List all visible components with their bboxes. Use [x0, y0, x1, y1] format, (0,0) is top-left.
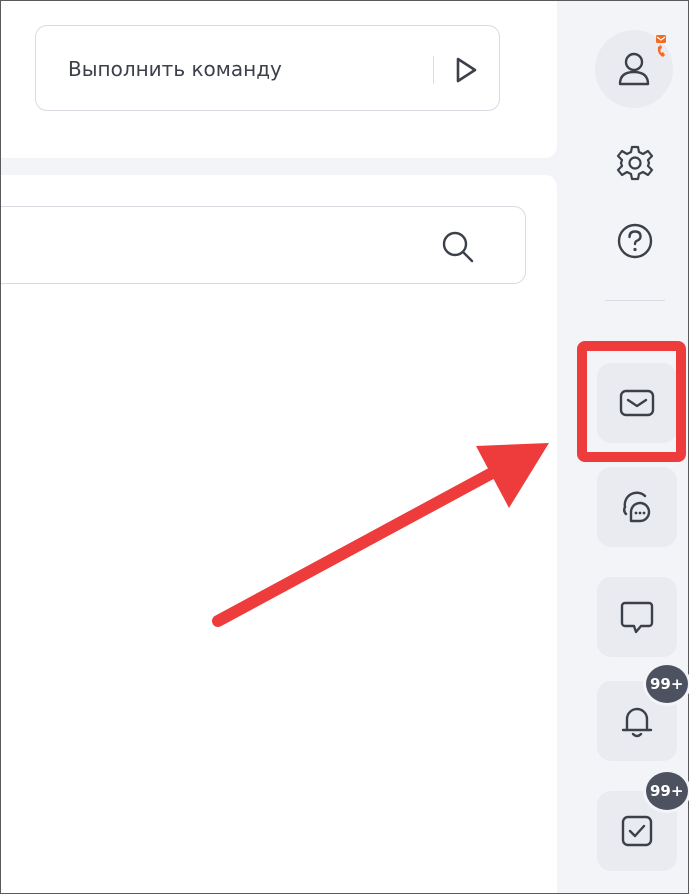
settings-button[interactable] — [595, 123, 675, 203]
phone-mail-status-icon — [656, 35, 666, 57]
command-placeholder: Выполнить команду — [68, 57, 282, 81]
command-panel: Выполнить команду — [1, 1, 557, 158]
chats-icon — [623, 491, 651, 523]
search-icon[interactable] — [440, 229, 476, 265]
chats-button[interactable] — [597, 467, 677, 547]
highlight-box — [577, 341, 686, 462]
sidebar-divider — [605, 300, 665, 301]
task-checkbox-icon — [621, 815, 653, 847]
notifications-count-badge: 99+ — [643, 662, 689, 706]
help-button[interactable] — [595, 201, 675, 281]
command-divider — [433, 56, 434, 84]
tasks-count-badge: 99+ — [643, 769, 689, 813]
bell-icon — [621, 707, 653, 738]
search-field[interactable] — [1, 206, 526, 285]
run-command-button[interactable] — [446, 52, 486, 88]
search-input[interactable] — [12, 207, 416, 285]
profile-button[interactable] — [595, 30, 673, 108]
main-panel — [1, 175, 557, 893]
chat-icon — [620, 601, 654, 634]
gear-icon — [616, 145, 654, 181]
help-icon — [617, 223, 653, 259]
play-icon — [456, 57, 477, 83]
user-icon — [618, 52, 650, 86]
command-input[interactable]: Выполнить команду — [35, 25, 500, 111]
chat-button[interactable] — [597, 577, 677, 657]
